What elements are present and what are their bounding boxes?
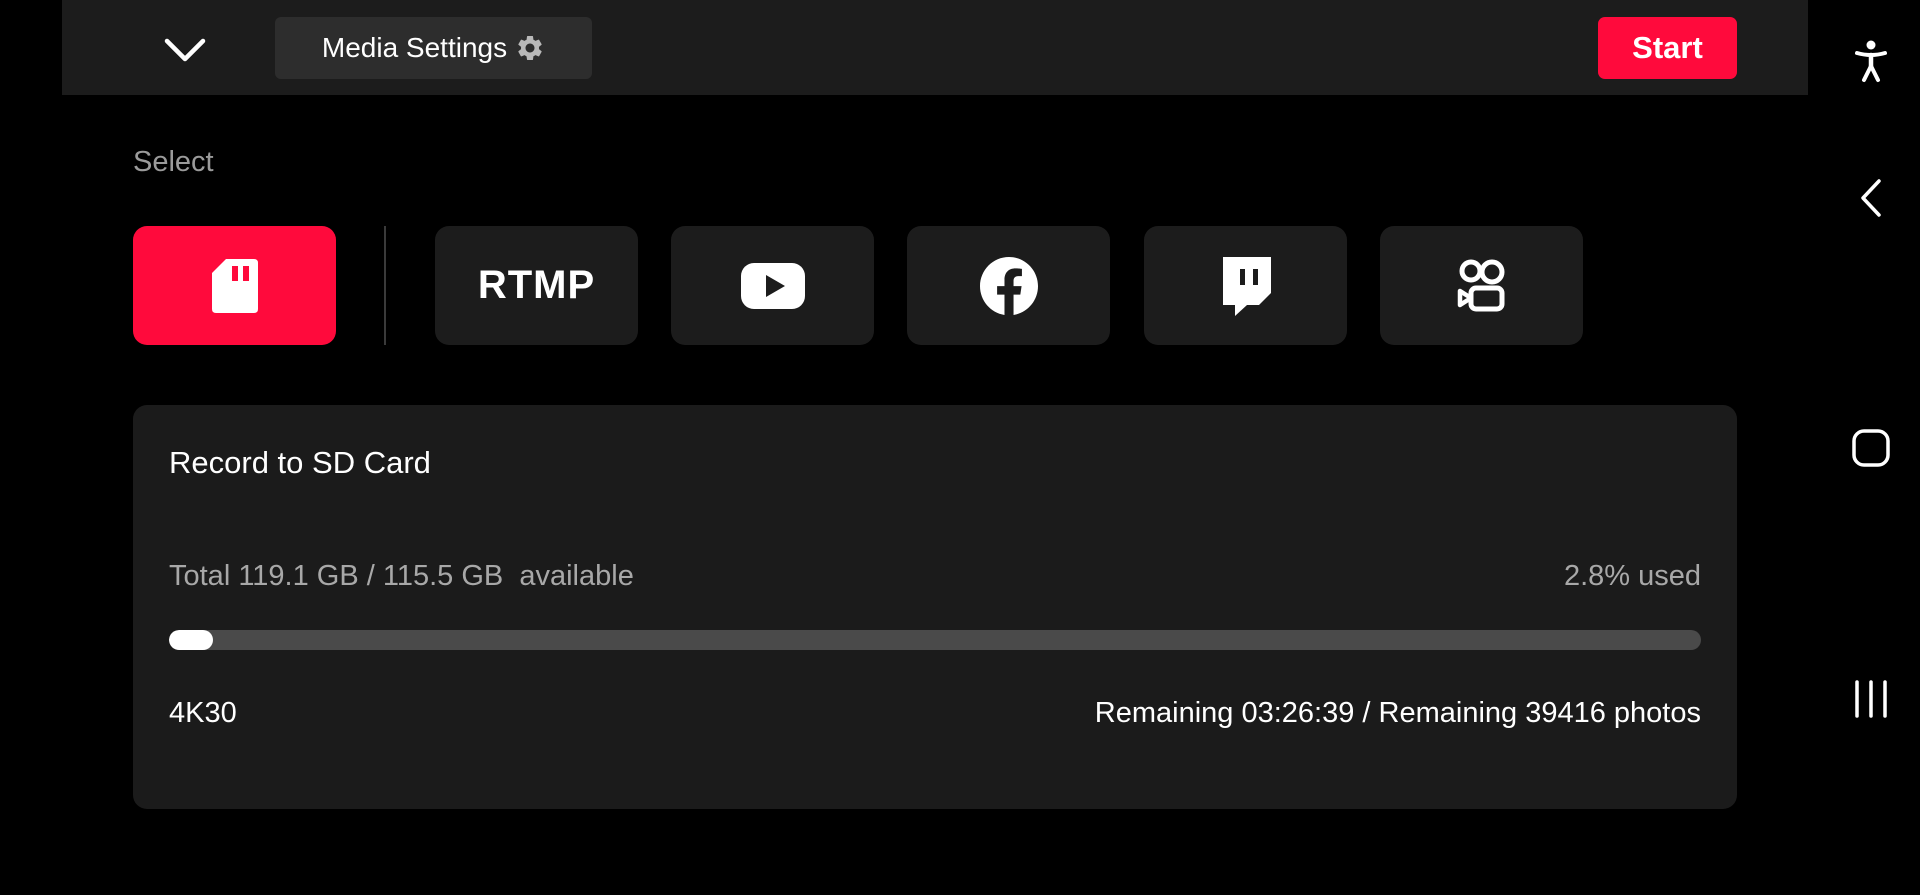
storage-info: Total 119.1 GB / 115.5 GB available bbox=[169, 560, 634, 592]
twitch-icon bbox=[1222, 256, 1271, 316]
collapse-button[interactable] bbox=[150, 20, 220, 80]
gear-icon bbox=[518, 36, 542, 60]
card-title: Record to SD Card bbox=[169, 445, 431, 480]
storage-used: 2.8% used bbox=[1563, 560, 1701, 592]
rtmp-option[interactable]: RTMP bbox=[435, 226, 638, 345]
recent-apps-icon bbox=[1855, 680, 1887, 718]
kuaishou-option[interactable] bbox=[1380, 226, 1583, 345]
storage-progress-bar bbox=[169, 630, 1701, 650]
back-button[interactable] bbox=[1822, 163, 1920, 233]
select-label: Select bbox=[133, 146, 214, 178]
kuaishou-icon bbox=[1457, 259, 1504, 311]
storage-progress-fill bbox=[169, 630, 213, 650]
home-icon bbox=[1852, 429, 1890, 467]
system-nav-bar bbox=[1822, 0, 1920, 895]
home-button[interactable] bbox=[1822, 413, 1920, 483]
sd-card-icon bbox=[211, 258, 258, 313]
recent-apps-button[interactable] bbox=[1822, 664, 1920, 734]
resolution-label: 4K30 bbox=[169, 697, 237, 729]
chevron-down-icon bbox=[164, 38, 206, 62]
youtube-option[interactable] bbox=[671, 226, 874, 345]
facebook-option[interactable] bbox=[907, 226, 1110, 345]
youtube-icon bbox=[740, 262, 805, 309]
remaining-label: Remaining 03:26:39 / Remaining 39416 pho… bbox=[1094, 697, 1701, 729]
media-settings-label: Media Settings bbox=[321, 32, 508, 63]
start-button[interactable]: Start bbox=[1598, 17, 1737, 79]
rtmp-label: RTMP bbox=[477, 263, 596, 307]
accessibility-icon bbox=[1855, 40, 1887, 82]
divider bbox=[384, 226, 386, 345]
twitch-option[interactable] bbox=[1144, 226, 1347, 345]
sd-card-option[interactable] bbox=[133, 226, 336, 345]
media-settings-button[interactable]: Media Settings bbox=[275, 17, 592, 79]
back-icon bbox=[1861, 179, 1881, 217]
facebook-icon bbox=[979, 256, 1038, 315]
accessibility-button[interactable] bbox=[1822, 26, 1920, 96]
record-card: Record to SD Card Total 119.1 GB / 115.5… bbox=[133, 405, 1737, 809]
